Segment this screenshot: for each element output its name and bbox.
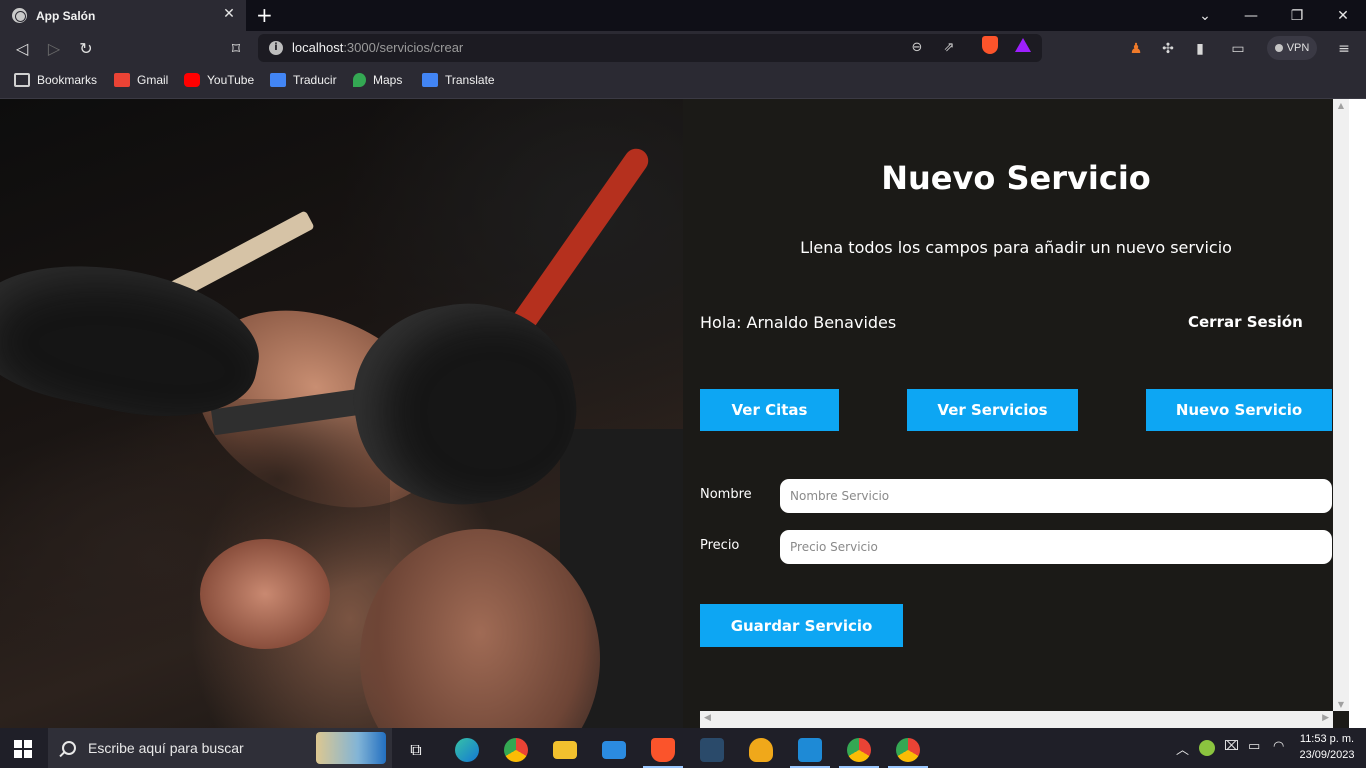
system-clock[interactable]: 11:53 p. m. 23/09/2023 bbox=[1296, 731, 1358, 763]
back-icon[interactable]: ◁ bbox=[12, 39, 32, 59]
mysql-workbench-icon[interactable] bbox=[690, 732, 734, 768]
scrollbar-thumb[interactable] bbox=[1336, 113, 1346, 697]
bookmark-item[interactable]: Translate bbox=[422, 73, 495, 87]
scroll-left-icon[interactable]: ◀ bbox=[704, 713, 711, 723]
chrome-icon[interactable] bbox=[494, 732, 538, 768]
minimize-button[interactable]: — bbox=[1228, 0, 1274, 31]
user-greeting: Hola: Arnaldo Benavides bbox=[700, 313, 897, 332]
guardar-servicio-button[interactable]: Guardar Servicio bbox=[700, 604, 903, 647]
wifi-icon[interactable]: ◠ bbox=[1273, 739, 1284, 754]
zoom-icon[interactable]: ⊖ bbox=[908, 39, 926, 57]
youtube-icon bbox=[184, 73, 200, 87]
site-info-icon[interactable]: i bbox=[269, 41, 283, 55]
bookmark-item[interactable]: YouTube bbox=[184, 73, 254, 87]
url-text[interactable]: localhost:3000/servicios/crear bbox=[292, 40, 463, 55]
windows-taskbar: Escribe aquí para buscar ⧉ ︿ ⌧ ▭ ◠ 11:53… bbox=[0, 728, 1366, 768]
browser-toolbar: ◁ ▷ ↻ ⌑ i localhost:3000/servicios/crear… bbox=[0, 31, 1366, 66]
new-tab-button[interactable]: + bbox=[256, 3, 273, 27]
scroll-right-icon[interactable]: ▶ bbox=[1322, 713, 1329, 723]
address-bar[interactable]: i localhost:3000/servicios/crear ⊖ ⇗ bbox=[258, 34, 1042, 62]
tab-title: App Salón bbox=[36, 8, 96, 23]
wallet-icon[interactable]: ▭ bbox=[1228, 39, 1248, 59]
vpn-label: VPN bbox=[1286, 42, 1310, 54]
brave-icon[interactable] bbox=[641, 732, 685, 768]
restore-button[interactable]: ❐ bbox=[1274, 0, 1320, 31]
nuevo-servicio-button[interactable]: Nuevo Servicio bbox=[1146, 389, 1332, 431]
ver-servicios-button[interactable]: Ver Servicios bbox=[907, 389, 1078, 431]
sync-status-icon[interactable] bbox=[1199, 740, 1215, 756]
share-icon[interactable]: ⇗ bbox=[940, 39, 958, 57]
chrome-profile-icon[interactable] bbox=[886, 732, 930, 768]
bookmarks-bar: Bookmarks Gmail YouTube Traducir Maps Tr… bbox=[0, 66, 1366, 99]
precio-label: Precio bbox=[700, 538, 740, 553]
close-window-button[interactable]: ✕ bbox=[1320, 0, 1366, 31]
vpn-button[interactable]: VPN bbox=[1267, 36, 1317, 60]
forward-icon[interactable]: ▷ bbox=[44, 39, 64, 59]
admin-nav: Ver Citas Ver Servicios Nuevo Servicio bbox=[700, 389, 1332, 431]
scroll-up-icon[interactable]: ▲ bbox=[1333, 101, 1349, 110]
clock-time: 11:53 p. m. bbox=[1299, 733, 1355, 745]
google-maps-icon bbox=[353, 73, 366, 87]
scroll-down-icon[interactable]: ▼ bbox=[1333, 700, 1349, 709]
gmail-icon bbox=[114, 73, 130, 87]
web-page: Nuevo Servicio Llena todos los campos pa… bbox=[0, 99, 1366, 728]
bookmark-item[interactable]: Maps bbox=[353, 73, 402, 87]
content-panel: Nuevo Servicio Llena todos los campos pa… bbox=[683, 99, 1333, 711]
browser-tab[interactable]: App Salón ✕ bbox=[0, 0, 246, 31]
ver-citas-button[interactable]: Ver Citas bbox=[700, 389, 839, 431]
task-view-icon[interactable]: ⧉ bbox=[394, 732, 438, 768]
chrome-profile-icon[interactable] bbox=[837, 732, 881, 768]
precio-input[interactable] bbox=[780, 530, 1332, 564]
search-icon bbox=[62, 741, 76, 755]
bookmarks-icon bbox=[14, 73, 30, 87]
bookmark-item[interactable]: Bookmarks bbox=[14, 73, 97, 87]
vertical-scrollbar[interactable]: ▲ ▼ bbox=[1333, 99, 1349, 711]
tableplus-icon[interactable] bbox=[739, 732, 783, 768]
horizontal-scrollbar[interactable]: ◀ ▶ bbox=[700, 711, 1333, 728]
bookmark-page-icon[interactable]: ⌑ bbox=[226, 39, 246, 59]
logout-link[interactable]: Cerrar Sesión bbox=[1188, 313, 1303, 331]
globe-icon bbox=[12, 8, 27, 23]
sidebar-icon[interactable]: ▮ bbox=[1190, 39, 1210, 59]
extensions-puzzle-icon[interactable]: ✣ bbox=[1158, 39, 1178, 59]
vscode-icon[interactable] bbox=[788, 732, 832, 768]
edge-icon[interactable] bbox=[445, 732, 489, 768]
taskbar-search[interactable]: Escribe aquí para buscar bbox=[48, 728, 392, 768]
google-translate-icon bbox=[270, 73, 286, 87]
extension-chess-icon[interactable]: ♟ bbox=[1126, 39, 1146, 59]
browser-tab-bar: App Salón ✕ + ⌄ — ❐ ✕ bbox=[0, 0, 1366, 31]
mail-icon[interactable] bbox=[592, 732, 636, 768]
page-title: Nuevo Servicio bbox=[881, 159, 1151, 197]
nombre-label: Nombre bbox=[700, 487, 752, 502]
search-highlight-image bbox=[316, 732, 386, 764]
search-placeholder: Escribe aquí para buscar bbox=[88, 740, 244, 756]
nombre-input[interactable] bbox=[780, 479, 1332, 513]
barber-hero-image bbox=[0, 99, 683, 728]
tab-list-chevron-icon[interactable]: ⌄ bbox=[1182, 0, 1228, 31]
clock-date: 23/09/2023 bbox=[1299, 749, 1355, 761]
bookmark-item[interactable]: Traducir bbox=[270, 73, 337, 87]
page-subtitle: Llena todos los campos para añadir un nu… bbox=[800, 238, 1232, 257]
vpn-status-icon bbox=[1274, 44, 1283, 52]
show-hidden-icons-icon[interactable]: ︿ bbox=[1176, 739, 1189, 758]
menu-icon[interactable]: ≡ bbox=[1334, 39, 1354, 59]
file-explorer-icon[interactable] bbox=[543, 732, 587, 768]
battery-icon[interactable]: ▭ bbox=[1248, 739, 1260, 754]
google-translate-icon bbox=[422, 73, 438, 87]
windows-start-icon[interactable] bbox=[14, 740, 32, 758]
close-tab-icon[interactable]: ✕ bbox=[220, 6, 238, 22]
brave-rewards-icon[interactable] bbox=[1015, 38, 1031, 52]
bookmark-item[interactable]: Gmail bbox=[114, 73, 168, 87]
brave-shields-icon[interactable] bbox=[982, 36, 998, 54]
reload-icon[interactable]: ↻ bbox=[76, 39, 96, 59]
device-icon[interactable]: ⌧ bbox=[1224, 739, 1239, 754]
